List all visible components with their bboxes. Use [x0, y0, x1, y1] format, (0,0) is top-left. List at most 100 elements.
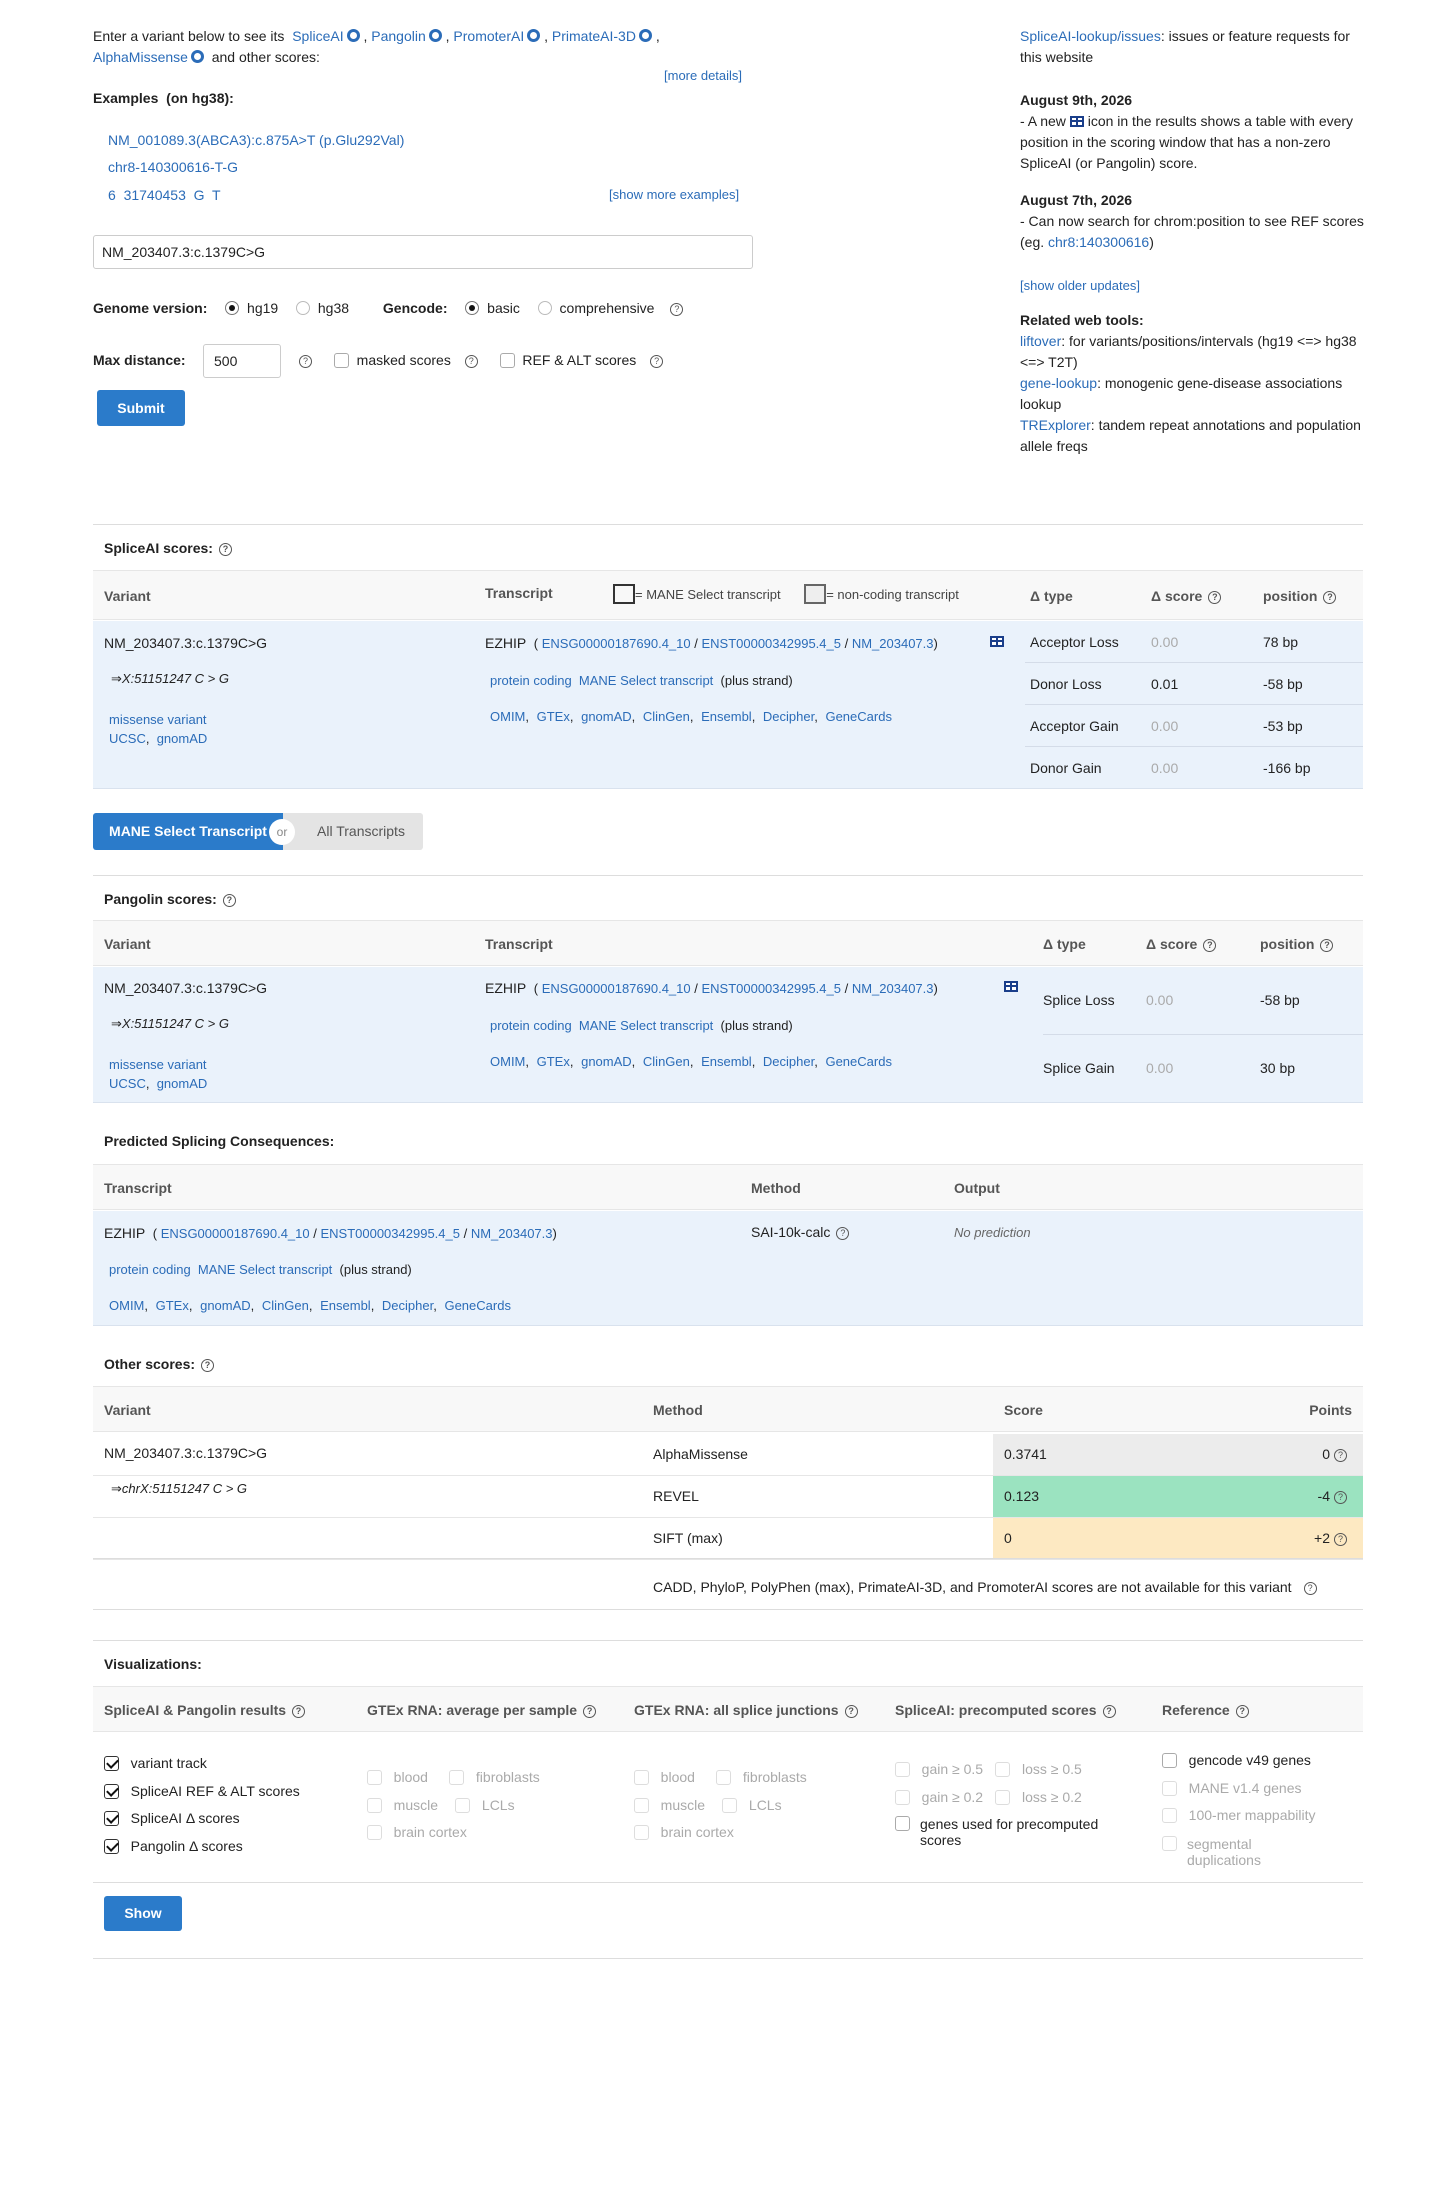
biotype-link[interactable]: protein coding — [490, 673, 572, 688]
help-icon[interactable]: ? — [299, 355, 312, 368]
trexplorer-link[interactable]: TRExplorer — [1020, 417, 1091, 433]
transcript-link-omim[interactable]: OMIM — [490, 709, 525, 724]
search-input[interactable]: NM_203407.3:c.1379C>G — [93, 235, 753, 269]
ucsc-link[interactable]: UCSC — [109, 1076, 146, 1091]
mane-select-transcript-button[interactable]: MANE Select Transcript — [93, 813, 283, 850]
more-details-link[interactable]: [more details] — [664, 68, 742, 83]
transcript-link-gnomad[interactable]: gnomAD — [581, 1054, 632, 1069]
help-icon[interactable]: ? — [844, 1705, 858, 1718]
ensg-link[interactable]: ENSG00000187690.4_10 — [542, 636, 691, 651]
help-icon[interactable]: ? — [650, 355, 664, 368]
transcript-link-clingen[interactable]: ClinGen — [643, 709, 690, 724]
help-icon[interactable]: ? — [1303, 1582, 1317, 1595]
help-icon[interactable]: ? — [292, 1705, 306, 1718]
help-icon[interactable]: ? — [1208, 591, 1222, 604]
ucsc-link[interactable]: UCSC — [109, 731, 146, 746]
github-icon[interactable] — [190, 50, 204, 63]
help-icon[interactable]: ? — [1334, 1449, 1347, 1462]
loss-05-checkbox[interactable] — [995, 1762, 1011, 1777]
ref-alt-checkbox[interactable] — [499, 353, 515, 368]
transcript-link-ensembl[interactable]: Ensembl — [320, 1298, 371, 1313]
spliceai-link[interactable]: SpliceAI — [292, 28, 343, 44]
gtex-avg-brain-checkbox[interactable] — [367, 1825, 382, 1840]
transcript-link-omim[interactable]: OMIM — [490, 1054, 525, 1069]
show-older-updates-link[interactable]: [show older updates] — [1020, 278, 1140, 293]
transcript-link-gnomad[interactable]: gnomAD — [581, 709, 632, 724]
mane-link[interactable]: MANE Select transcript — [579, 1018, 713, 1033]
chr-position-example-link[interactable]: chr8:140300616 — [1048, 234, 1149, 250]
gtex-junc-muscle-checkbox[interactable] — [634, 1797, 649, 1813]
transcript-link-gtex[interactable]: GTEx — [537, 709, 570, 724]
enst-link[interactable]: ENST00000342995.4_5 — [320, 1226, 460, 1241]
biotype-link[interactable]: protein coding — [490, 1018, 572, 1033]
precomputed-genes-checkbox[interactable] — [895, 1816, 910, 1831]
max-distance-input[interactable]: 500 — [203, 344, 281, 378]
example-1[interactable]: NM_001089.3(ABCA3):c.875A>T (p.Glu292Val… — [108, 132, 404, 148]
gain-05-checkbox[interactable] — [895, 1762, 910, 1777]
transcript-link-genecards[interactable]: GeneCards — [825, 1054, 891, 1069]
mappability-checkbox[interactable] — [1162, 1808, 1177, 1823]
hg38-radio[interactable] — [296, 301, 311, 315]
nm-link[interactable]: NM_203407.3 — [852, 636, 934, 651]
help-icon[interactable]: ? — [670, 303, 684, 316]
enst-link[interactable]: ENST00000342995.4_5 — [701, 636, 841, 651]
primateai-link[interactable]: PrimateAI-3D — [552, 28, 636, 44]
spliceai-ref-alt-checkbox[interactable] — [104, 1783, 119, 1799]
help-icon[interactable]: ? — [1102, 1705, 1116, 1718]
help-icon[interactable]: ? — [1203, 939, 1217, 952]
help-icon[interactable]: ? — [1235, 1705, 1249, 1718]
submit-button[interactable]: Submit — [97, 390, 185, 426]
transcript-link-decipher[interactable]: Decipher — [382, 1298, 433, 1313]
masked-scores-checkbox[interactable] — [333, 353, 349, 368]
gtex-junc-blood-checkbox[interactable] — [634, 1770, 649, 1785]
promoterai-link[interactable]: PromoterAI — [453, 28, 524, 44]
help-icon[interactable]: ? — [201, 1359, 215, 1372]
gain-02-checkbox[interactable] — [895, 1789, 910, 1805]
consequence-link[interactable]: missense variant — [109, 712, 207, 727]
example-3[interactable]: 6 31740453 G T — [108, 187, 221, 203]
nm-link[interactable]: NM_203407.3 — [852, 981, 934, 996]
biotype-link[interactable]: protein coding — [109, 1262, 191, 1277]
variant-track-checkbox[interactable] — [104, 1756, 119, 1771]
gtex-junc-brain-checkbox[interactable] — [634, 1825, 649, 1840]
mane-link[interactable]: MANE Select transcript — [579, 673, 713, 688]
show-more-examples-link[interactable]: [show more examples] — [609, 187, 739, 202]
mane-link[interactable]: MANE Select transcript — [198, 1262, 332, 1277]
github-icon[interactable] — [346, 29, 360, 42]
gtex-junc-fibroblasts-checkbox[interactable] — [716, 1770, 732, 1785]
gtex-avg-blood-checkbox[interactable] — [367, 1770, 382, 1785]
ensg-link[interactable]: ENSG00000187690.4_10 — [161, 1226, 310, 1241]
basic-radio[interactable] — [465, 301, 480, 315]
gene-lookup-link[interactable]: gene-lookup — [1020, 375, 1097, 391]
gtex-junc-lcls-checkbox[interactable] — [722, 1797, 738, 1813]
show-button[interactable]: Show — [104, 1896, 182, 1931]
help-icon[interactable]: ? — [222, 894, 236, 907]
gnomad-link[interactable]: gnomAD — [157, 731, 208, 746]
liftover-link[interactable]: liftover — [1020, 333, 1061, 349]
help-icon[interactable]: ? — [1323, 591, 1337, 604]
help-icon[interactable]: ? — [1334, 1533, 1347, 1546]
help-icon[interactable]: ? — [1334, 1491, 1347, 1504]
gtex-avg-muscle-checkbox[interactable] — [367, 1797, 382, 1813]
hg19-radio[interactable] — [225, 301, 240, 315]
transcript-link-clingen[interactable]: ClinGen — [643, 1054, 690, 1069]
help-icon[interactable]: ? — [464, 355, 478, 368]
transcript-link-decipher[interactable]: Decipher — [763, 709, 814, 724]
loss-02-checkbox[interactable] — [995, 1789, 1011, 1805]
all-transcripts-button[interactable]: All Transcripts — [283, 813, 423, 850]
help-icon[interactable]: ? — [836, 1227, 850, 1240]
nm-link[interactable]: NM_203407.3 — [471, 1226, 553, 1241]
consequence-link[interactable]: missense variant — [109, 1057, 207, 1072]
transcript-link-decipher[interactable]: Decipher — [763, 1054, 814, 1069]
pangolin-link[interactable]: Pangolin — [371, 28, 426, 44]
transcript-link-ensembl[interactable]: Ensembl — [701, 709, 752, 724]
transcript-link-gnomad[interactable]: gnomAD — [200, 1298, 251, 1313]
gencode-genes-checkbox[interactable] — [1162, 1753, 1177, 1768]
comprehensive-radio[interactable] — [537, 301, 552, 315]
help-icon[interactable]: ? — [583, 1705, 597, 1718]
transcript-link-genecards[interactable]: GeneCards — [825, 709, 891, 724]
ensg-link[interactable]: ENSG00000187690.4_10 — [542, 981, 691, 996]
example-2[interactable]: chr8-140300616-T-G — [108, 159, 238, 175]
issues-link[interactable]: SpliceAI-lookup/issues — [1020, 28, 1161, 44]
enst-link[interactable]: ENST00000342995.4_5 — [701, 981, 841, 996]
